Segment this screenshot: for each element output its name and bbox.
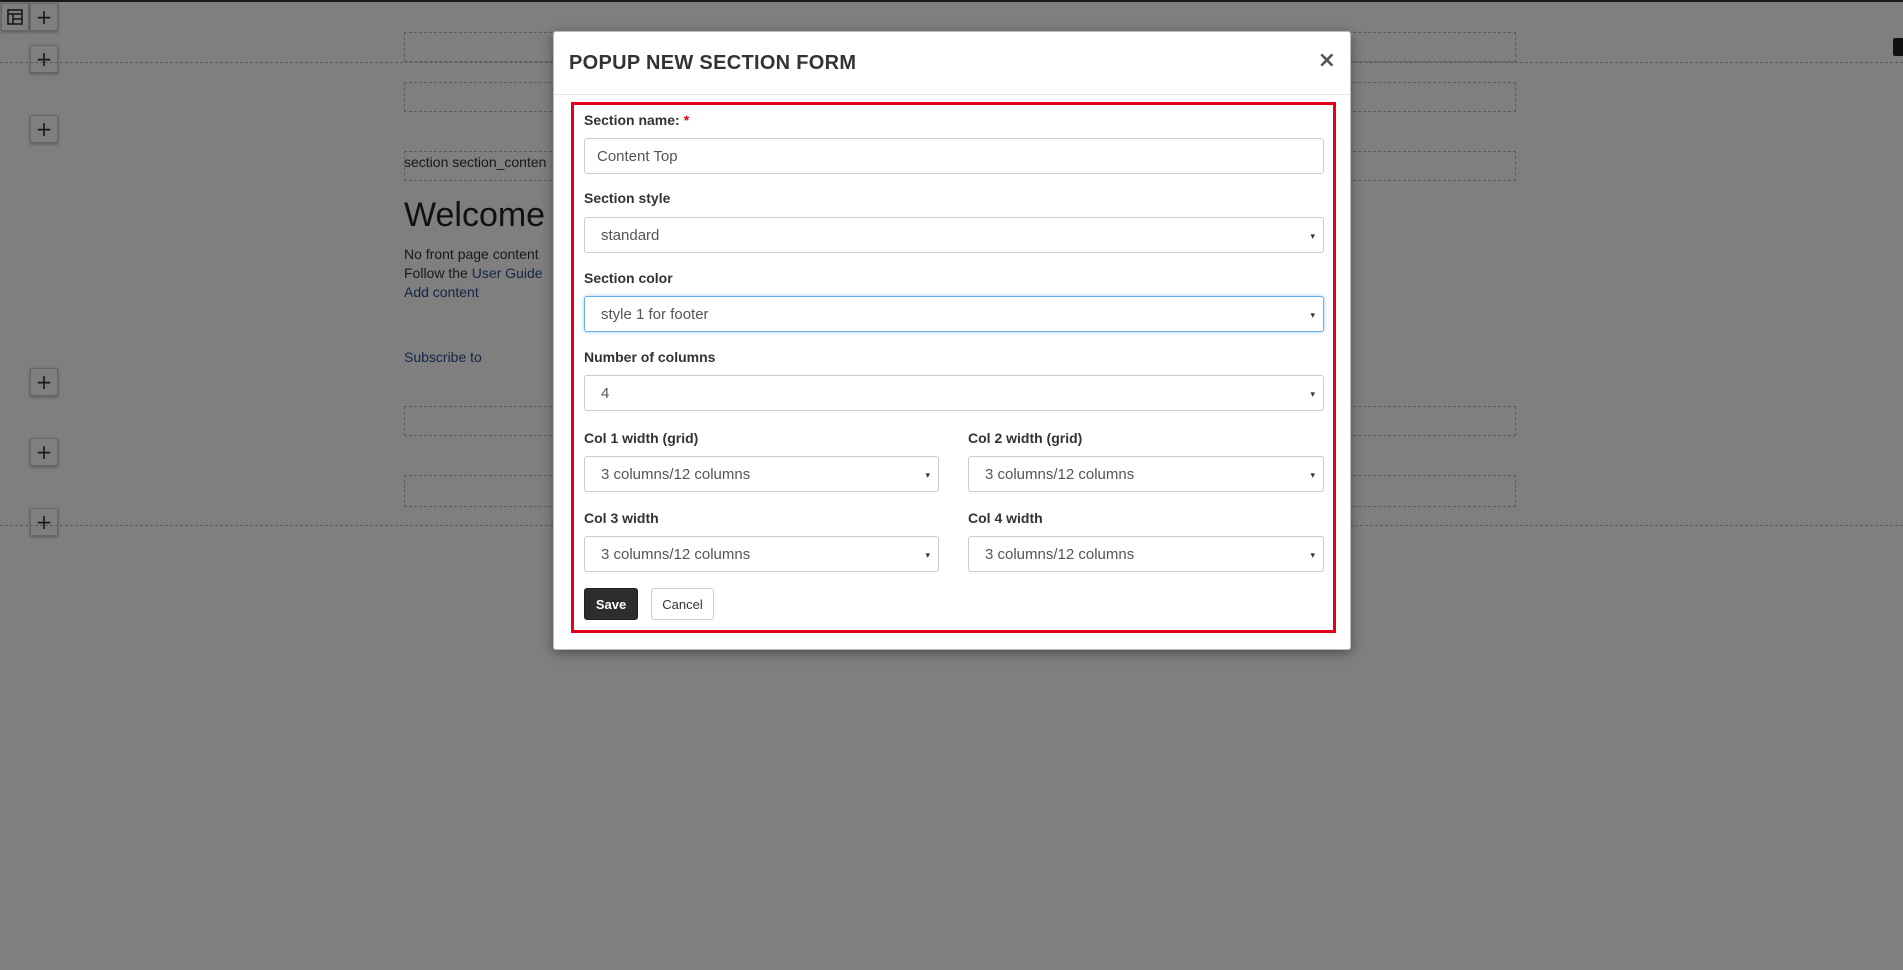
col2-width-select[interactable]: 3 columns/12 columns ▾ — [968, 456, 1324, 492]
num-columns-select[interactable]: 4 ▾ — [584, 375, 1324, 411]
col1-width-value: 3 columns/12 columns — [601, 465, 751, 483]
num-columns-value: 4 — [601, 384, 610, 402]
col2-width-value: 3 columns/12 columns — [985, 465, 1135, 483]
modal-header: POPUP NEW SECTION FORM × — [554, 32, 1350, 95]
required-marker: * — [683, 112, 690, 128]
col1-width-select[interactable]: 3 columns/12 columns ▾ — [584, 456, 939, 492]
chevron-down-icon: ▾ — [1310, 550, 1315, 560]
section-color-label: Section color — [584, 270, 673, 286]
col3-width-select[interactable]: 3 columns/12 columns ▾ — [584, 536, 939, 572]
new-section-modal: POPUP NEW SECTION FORM × Section name: * … — [553, 31, 1351, 650]
col1-width-label: Col 1 width (grid) — [584, 430, 699, 446]
section-style-value: standard — [601, 226, 660, 244]
col4-width-select[interactable]: 3 columns/12 columns ▾ — [968, 536, 1324, 572]
section-color-value: style 1 for footer — [601, 305, 709, 323]
col3-width-value: 3 columns/12 columns — [601, 545, 751, 563]
num-columns-label: Number of columns — [584, 349, 716, 365]
chevron-down-icon: ▾ — [1310, 310, 1315, 320]
section-form: Section name: * Content Top Section style… — [571, 102, 1336, 633]
section-color-select[interactable]: style 1 for footer ▾ — [584, 296, 1324, 332]
chevron-down-icon: ▾ — [1310, 389, 1315, 399]
modal-title: POPUP NEW SECTION FORM — [569, 52, 857, 74]
section-style-label: Section style — [584, 190, 671, 206]
col4-width-label: Col 4 width — [968, 510, 1043, 526]
chevron-down-icon: ▾ — [1310, 470, 1315, 480]
col3-width-label: Col 3 width — [584, 510, 659, 526]
save-button[interactable]: Save — [584, 588, 638, 620]
chevron-down-icon: ▾ — [925, 470, 930, 480]
close-icon[interactable]: × — [1318, 48, 1336, 73]
section-name-input[interactable]: Content Top — [584, 138, 1324, 174]
section-name-label-text: Section name: — [584, 112, 680, 128]
chevron-down-icon: ▾ — [1310, 231, 1315, 241]
col2-width-label: Col 2 width (grid) — [968, 430, 1083, 446]
cancel-button[interactable]: Cancel — [651, 588, 714, 620]
section-name-label: Section name: * — [584, 112, 689, 128]
chevron-down-icon: ▾ — [925, 550, 930, 560]
section-style-select[interactable]: standard ▾ — [584, 217, 1324, 253]
col4-width-value: 3 columns/12 columns — [985, 545, 1135, 563]
